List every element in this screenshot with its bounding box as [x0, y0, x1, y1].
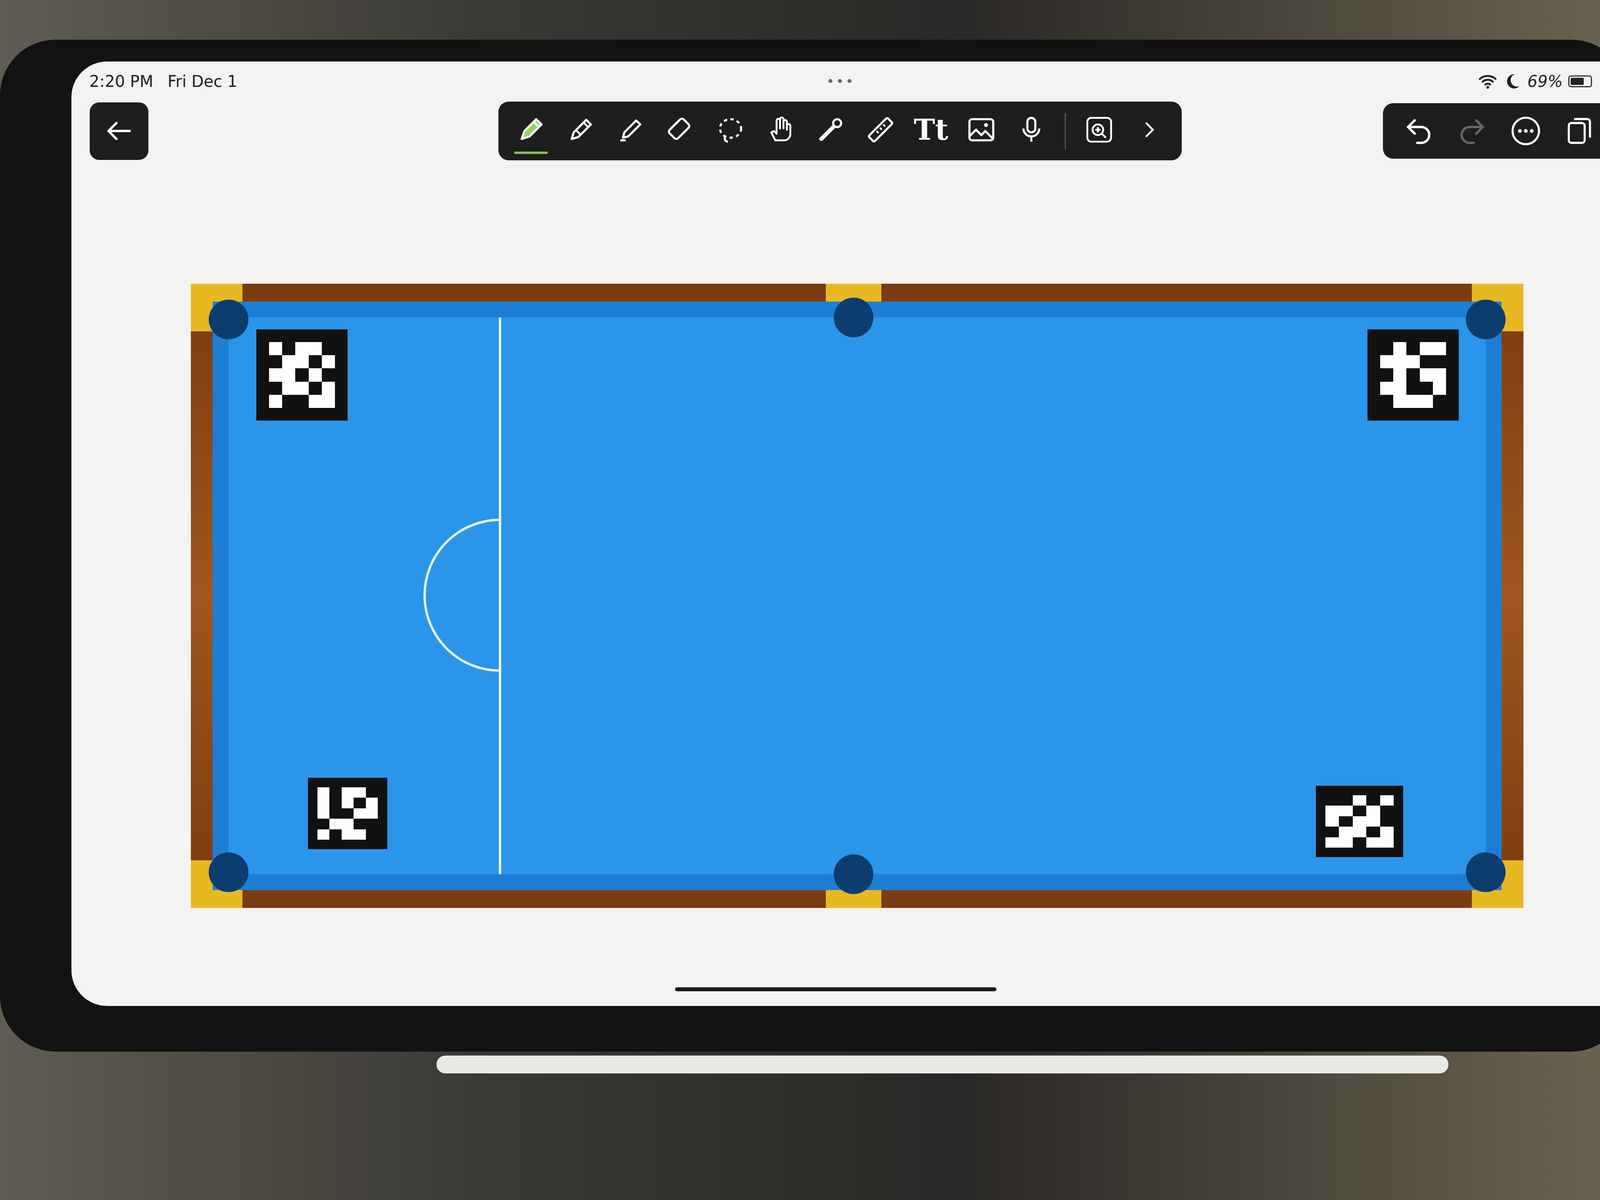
- baulk-line: [228, 317, 1486, 875]
- ipad-frame: 2:20 PM Fri Dec 1 ••• 69% Tt: [0, 39, 1600, 1052]
- more-tool[interactable]: [1132, 107, 1166, 154]
- text-tool[interactable]: Tt: [913, 107, 949, 154]
- pool-table: [190, 283, 1524, 908]
- ruler-tool[interactable]: [863, 107, 898, 154]
- image-tool[interactable]: [964, 107, 999, 154]
- hand-icon: [764, 113, 797, 146]
- zoom-tool[interactable]: [1082, 107, 1116, 154]
- aruco-marker: [256, 329, 348, 421]
- pencil-icon: [565, 113, 597, 146]
- redo-icon[interactable]: [1456, 115, 1489, 147]
- pen-icon: [515, 113, 547, 146]
- laser-pointer-icon: [814, 113, 847, 146]
- photo-scene: 2:20 PM Fri Dec 1 ••• 69% Tt: [0, 0, 1600, 1200]
- moon-icon: [1502, 71, 1522, 91]
- pocket: [208, 852, 249, 893]
- note-canvas[interactable]: [71, 283, 1600, 908]
- mic-tool[interactable]: [1014, 107, 1049, 154]
- aruco-marker: [1315, 785, 1404, 858]
- pocket: [1465, 852, 1506, 893]
- more-icon[interactable]: [1509, 115, 1542, 147]
- ruler-icon: [864, 113, 897, 146]
- eraser-tool[interactable]: [664, 107, 698, 154]
- hand-tool[interactable]: [763, 107, 798, 154]
- ipad-screen: 2:20 PM Fri Dec 1 ••• 69% Tt: [71, 61, 1600, 1006]
- aruco-marker: [1367, 329, 1459, 421]
- status-bar: 2:20 PM Fri Dec 1 ••• 69%: [71, 61, 1600, 102]
- home-indicator: [675, 987, 997, 992]
- status-time: 2:20 PM: [89, 72, 154, 91]
- pocket: [833, 297, 874, 338]
- pocket: [1465, 299, 1506, 340]
- image-icon: [965, 113, 998, 146]
- battery-percent: 69%: [1527, 72, 1563, 91]
- microphone-icon: [1015, 113, 1048, 146]
- apple-pencil: [436, 1055, 1449, 1074]
- aruco-marker: [307, 777, 388, 850]
- wifi-icon: [1478, 71, 1498, 91]
- pen-tool[interactable]: [514, 107, 548, 154]
- undo-icon[interactable]: [1402, 115, 1435, 147]
- lasso-icon: [714, 113, 747, 146]
- pencil-tool[interactable]: [564, 107, 598, 154]
- text-tool-label: Tt: [913, 115, 949, 145]
- multitask-dots[interactable]: •••: [826, 73, 855, 90]
- chevron-right-icon: [1138, 118, 1161, 141]
- laser-tool[interactable]: [813, 107, 848, 154]
- battery-icon: [1568, 75, 1593, 88]
- back-button[interactable]: [89, 102, 149, 160]
- lasso-tool[interactable]: [713, 107, 748, 154]
- eraser-icon: [665, 113, 697, 146]
- history-bar: [1382, 103, 1600, 159]
- zoom-window-icon: [1083, 113, 1116, 146]
- status-date: Fri Dec 1: [167, 72, 238, 91]
- tool-bar: Tt: [498, 101, 1182, 161]
- highlighter-tool[interactable]: [614, 107, 648, 154]
- pages-icon[interactable]: [1563, 115, 1596, 147]
- pocket: [833, 854, 874, 895]
- back-arrow-icon: [103, 115, 135, 147]
- table-felt: [228, 317, 1486, 875]
- pocket: [208, 299, 249, 340]
- highlighter-icon: [615, 113, 647, 146]
